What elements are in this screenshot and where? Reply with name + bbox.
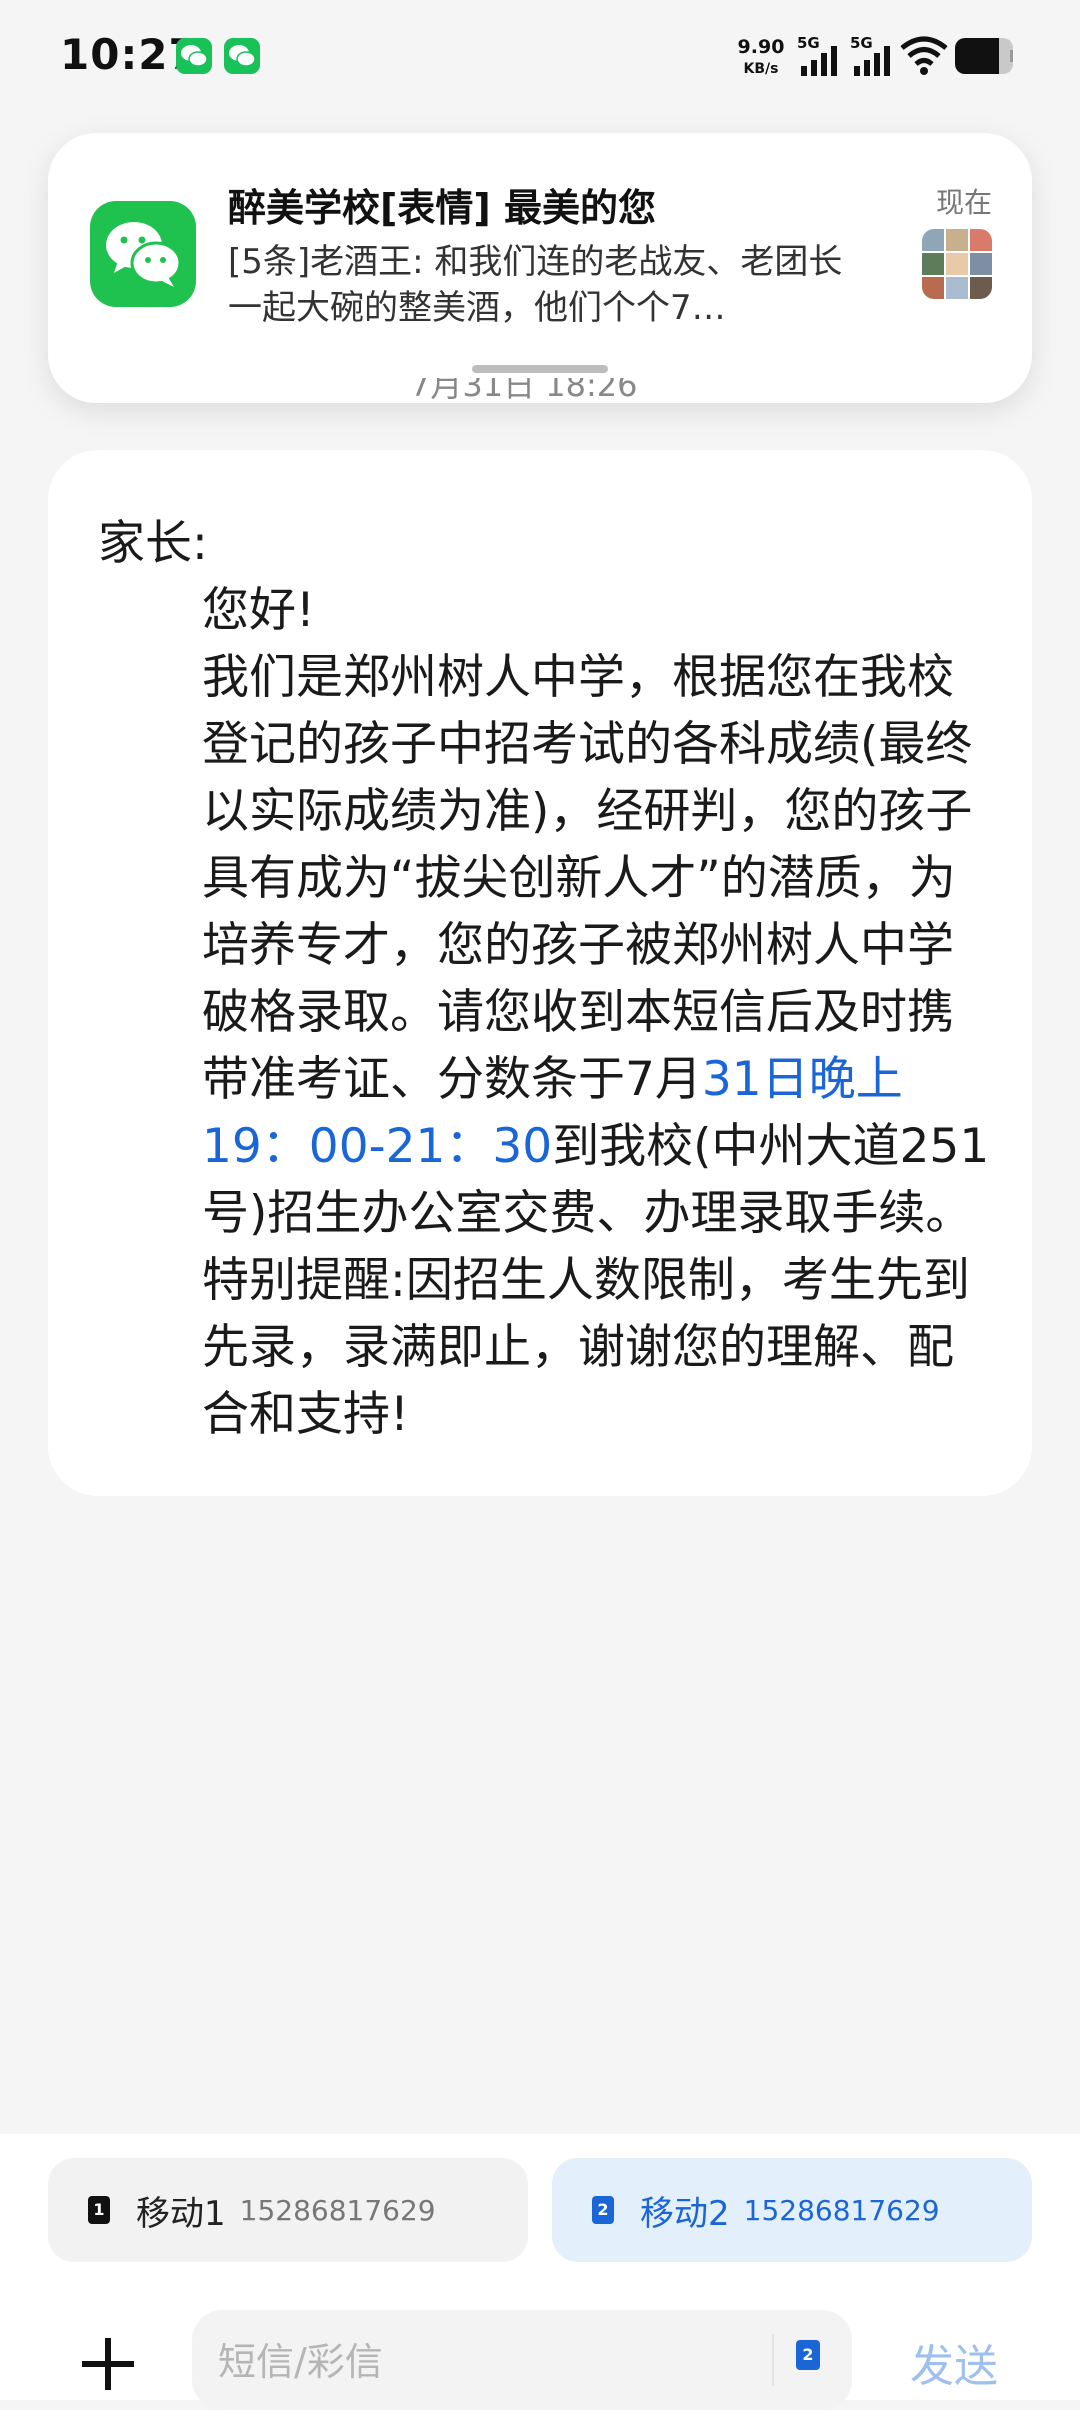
notification-time: 现在 [935, 186, 992, 219]
sim-card-icon: 2 [796, 2340, 820, 2370]
group-avatar [922, 229, 992, 299]
message-paragraph-2: 特别提醒:因招生人数限制，考生先到先录，录满即止，谢谢您的理解、配合和支持! [202, 1253, 970, 1442]
add-attachment-button[interactable] [80, 2336, 136, 2392]
send-button[interactable]: 发送 [910, 2330, 998, 2394]
signal-bars-icon [854, 46, 890, 76]
sim-card-icon: 2 [592, 2196, 614, 2224]
notification-banner[interactable]: 醉美学校[表情] 最美的您 现在 [5条]老酒王: 和我们连的老战友、老团长一起… [48, 133, 1032, 403]
message-hello: 您好! [202, 583, 315, 638]
message-timestamp: 7月31日 18:26 [410, 378, 637, 418]
message-paragraph-1: 我们是郑州树人中学，根据您在我校登记的孩子中招考试的各科成绩(最终以实际成绩为准… [98, 644, 998, 1247]
notification-drag-handle[interactable] [472, 365, 608, 373]
notification-title: 醉美学校[表情] 最美的您 [228, 186, 656, 230]
wechat-notification-icon [176, 38, 212, 74]
battery-icon [955, 38, 1013, 74]
notification-body: [5条]老酒王: 和我们连的老战友、老团长一起大碗的整美酒，他们个个7… [228, 242, 843, 328]
signal-5g-1: 5G [797, 34, 847, 78]
network-speed-value: 9.90 [737, 36, 785, 58]
signal-5g-2: 5G [850, 34, 900, 78]
sim2-name: 移动2 [640, 2193, 730, 2234]
message-paragraph-1-start: 我们是郑州树人中学，根据您在我校登记的孩子中招考试的各科成绩(最终以实际成绩为准… [202, 650, 973, 1107]
sim-switch-button[interactable]: 2 [772, 2334, 820, 2386]
battery-level [955, 38, 999, 74]
sim1-name: 移动1 [136, 2193, 226, 2234]
wechat-notification-icon [224, 38, 260, 74]
signal-bars-icon [801, 46, 837, 76]
message-timestamp-text: 7月31日 18:26 [410, 378, 638, 404]
message-input-container[interactable]: 2 [192, 2310, 852, 2410]
wifi-icon [900, 36, 948, 75]
status-bar: 10:27 9.90 KB/s 5G 5G [0, 0, 1080, 120]
network-speed-unit: KB/s [743, 61, 779, 77]
sim-card-icon: 1 [88, 2196, 110, 2224]
wechat-icon [90, 201, 196, 307]
message-greeting: 家长: [98, 516, 208, 571]
sim2-number: 15286817629 [743, 2193, 940, 2227]
network-speed: 9.90 KB/s [735, 36, 787, 80]
sim1-button[interactable]: 1 移动1 15286817629 [48, 2158, 528, 2262]
message-bubble[interactable]: 家长: 您好! 我们是郑州树人中学，根据您在我校登记的孩子中招考试的各科成绩(最… [48, 450, 1032, 1496]
message-input[interactable] [216, 2336, 740, 2388]
sim2-button[interactable]: 2 移动2 15286817629 [552, 2158, 1032, 2262]
message-text: 家长: 您好! 我们是郑州树人中学，根据您在我校登记的孩子中招考试的各科成绩(最… [98, 510, 998, 1448]
sim1-number: 15286817629 [239, 2193, 436, 2227]
